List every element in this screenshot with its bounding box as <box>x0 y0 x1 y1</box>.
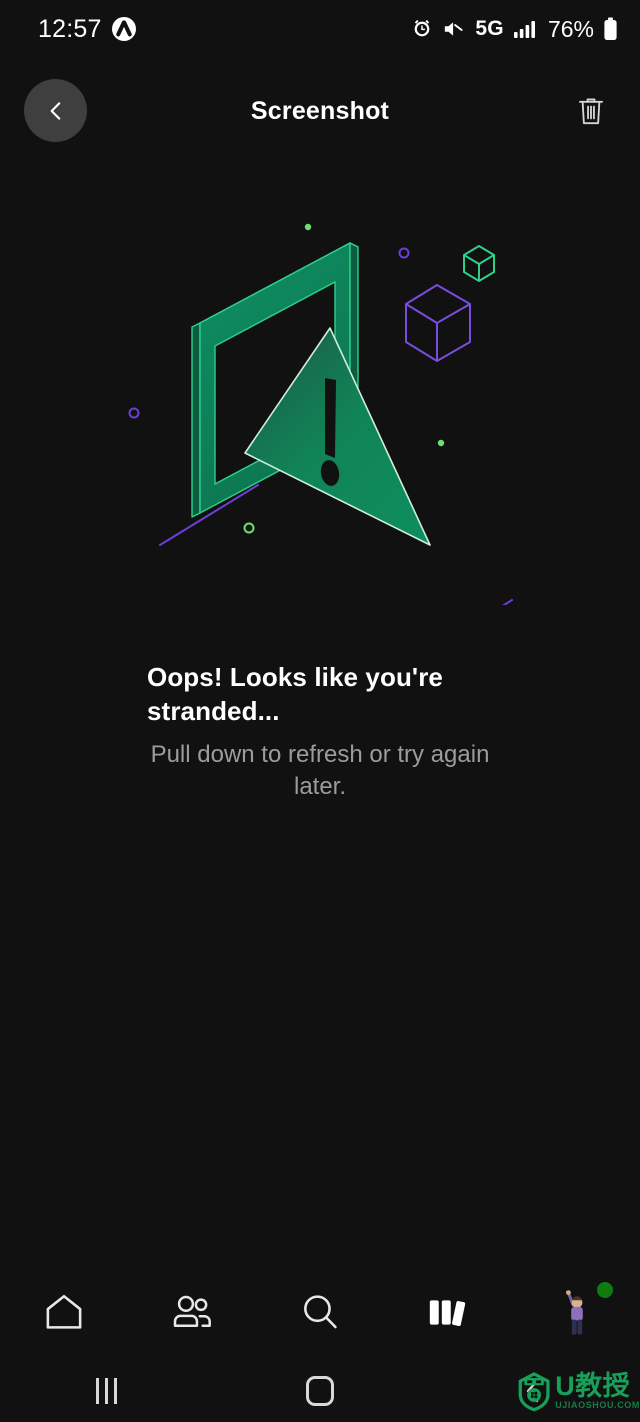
library-icon <box>429 1300 466 1327</box>
alarm-icon <box>411 18 433 40</box>
stranded-error-illustration <box>0 215 640 639</box>
network-type-label: 5G <box>475 17 504 40</box>
people-icon <box>173 1295 211 1328</box>
tab-social[interactable] <box>128 1264 256 1360</box>
error-title: Oops! Looks like you're stranded... <box>147 662 443 726</box>
avatar <box>553 1282 613 1338</box>
tab-profile[interactable] <box>512 1264 640 1360</box>
nav-back-button[interactable] <box>427 1360 640 1422</box>
tab-search[interactable] <box>256 1264 384 1360</box>
status-bar: 12:57 5G 76% <box>0 0 640 58</box>
mute-icon <box>442 18 466 40</box>
phone-screen: 12:57 5G 76% Screenshot Oops! Looks like… <box>0 0 640 1422</box>
battery-percent-label: 76% <box>547 15 594 42</box>
presence-online-badge <box>597 1282 613 1298</box>
search-icon <box>304 1295 337 1329</box>
bottom-tab-bar <box>0 1264 640 1360</box>
chevron-left-icon <box>50 101 60 120</box>
app-header: Screenshot <box>0 76 640 146</box>
back-button[interactable] <box>24 79 87 142</box>
green-cube-icon <box>463 245 495 282</box>
nav-home-button[interactable] <box>213 1360 426 1422</box>
delete-button[interactable] <box>570 90 612 132</box>
android-nav-bar <box>0 1360 640 1422</box>
tab-home[interactable] <box>0 1264 128 1360</box>
error-illustration-svg <box>128 223 513 639</box>
home-square-icon <box>305 1376 334 1406</box>
status-bar-right: 5G 76% <box>411 16 618 43</box>
tab-library[interactable] <box>384 1264 512 1360</box>
recents-icon <box>96 1378 118 1404</box>
signal-icon <box>513 19 537 39</box>
trash-icon <box>579 98 603 125</box>
error-message: Oops! Looks like you're stranded... Pull… <box>0 660 640 803</box>
xbox-logo-icon <box>111 17 136 41</box>
home-icon <box>46 1294 82 1329</box>
avatar-icon <box>566 1290 583 1335</box>
error-subtitle: Pull down to refresh or try again later. <box>150 741 490 800</box>
back-chevron-icon <box>527 1379 539 1403</box>
status-bar-left: 12:57 <box>38 15 136 44</box>
nav-recents-button[interactable] <box>0 1360 213 1422</box>
page-title: Screenshot <box>250 96 390 125</box>
status-time: 12:57 <box>38 14 102 43</box>
purple-cube-icon <box>405 284 471 362</box>
battery-icon <box>603 17 618 41</box>
